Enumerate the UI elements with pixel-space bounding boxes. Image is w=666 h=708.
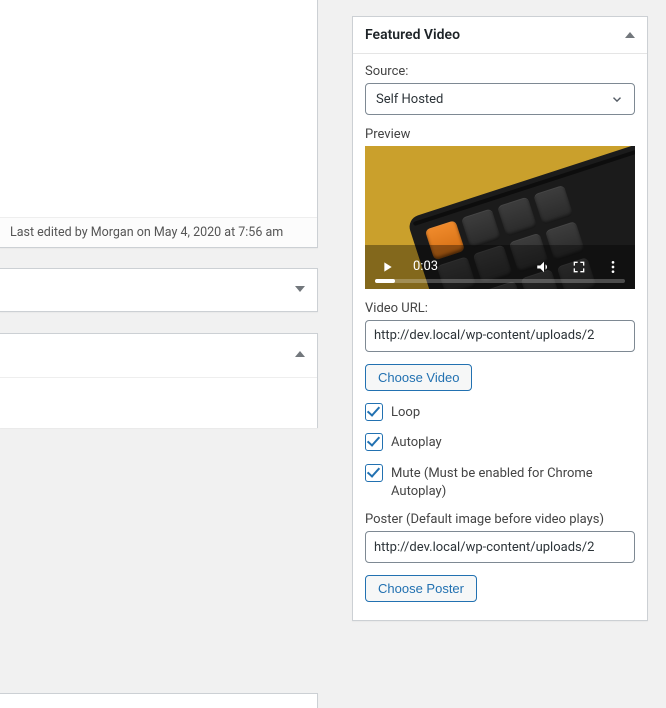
- video-progress[interactable]: [375, 279, 625, 283]
- mute-label: Mute (Must be enabled for Chrome Autopla…: [391, 464, 635, 500]
- video-url-label: Video URL:: [365, 301, 635, 316]
- loop-label: Loop: [391, 403, 420, 422]
- last-edited-footer: Last edited by Morgan on May 4, 2020 at …: [0, 217, 317, 247]
- poster-input[interactable]: [365, 531, 635, 563]
- source-label: Source:: [365, 64, 635, 79]
- preview-label: Preview: [365, 127, 635, 142]
- source-select-value: Self Hosted: [376, 92, 443, 107]
- play-icon[interactable]: [379, 259, 395, 275]
- expanded-metabox: [0, 333, 318, 428]
- bottom-metabox: [0, 693, 318, 708]
- video-preview[interactable]: 0:03: [365, 146, 635, 289]
- featured-video-panel-header[interactable]: Featured Video: [353, 17, 647, 54]
- choose-video-button[interactable]: Choose Video: [365, 364, 472, 391]
- loop-row: Loop: [365, 403, 635, 422]
- loop-checkbox[interactable]: [365, 403, 383, 421]
- autoplay-checkbox[interactable]: [365, 433, 383, 451]
- more-icon[interactable]: [605, 259, 621, 275]
- editor-card: Last edited by Morgan on May 4, 2020 at …: [0, 0, 318, 248]
- choose-poster-button[interactable]: Choose Poster: [365, 575, 477, 602]
- last-edited-text: Last edited by Morgan on May 4, 2020 at …: [10, 225, 283, 240]
- video-time: 0:03: [413, 259, 438, 274]
- fullscreen-icon[interactable]: [571, 259, 587, 275]
- featured-video-panel: Featured Video Source: Self Hosted Previ…: [352, 16, 648, 621]
- video-url-input[interactable]: [365, 320, 635, 352]
- choose-video-field: Choose Video: [365, 364, 635, 391]
- choose-poster-field: Choose Poster: [365, 575, 635, 602]
- chevron-up-icon: [625, 32, 635, 38]
- source-field: Source: Self Hosted: [365, 64, 635, 115]
- poster-field: Poster (Default image before video plays…: [365, 512, 635, 563]
- preview-field: Preview: [365, 127, 635, 289]
- chevron-up-icon: [295, 351, 305, 357]
- featured-video-panel-body: Source: Self Hosted Preview: [353, 54, 647, 620]
- volume-icon[interactable]: [535, 258, 553, 276]
- poster-label: Poster (Default image before video plays…: [365, 512, 635, 527]
- chevron-down-icon: [610, 92, 624, 106]
- left-column: Last edited by Morgan on May 4, 2020 at …: [0, 0, 322, 708]
- autoplay-label: Autoplay: [391, 433, 442, 452]
- panel-title: Featured Video: [365, 27, 460, 43]
- expanded-metabox-header[interactable]: [0, 334, 317, 378]
- video-url-field: Video URL:: [365, 301, 635, 352]
- source-select[interactable]: Self Hosted: [365, 83, 635, 115]
- mute-checkbox[interactable]: [365, 464, 383, 482]
- mute-row: Mute (Must be enabled for Chrome Autopla…: [365, 464, 635, 500]
- chevron-down-icon: [295, 286, 305, 292]
- autoplay-row: Autoplay: [365, 433, 635, 452]
- collapsed-metabox-1[interactable]: [0, 268, 318, 312]
